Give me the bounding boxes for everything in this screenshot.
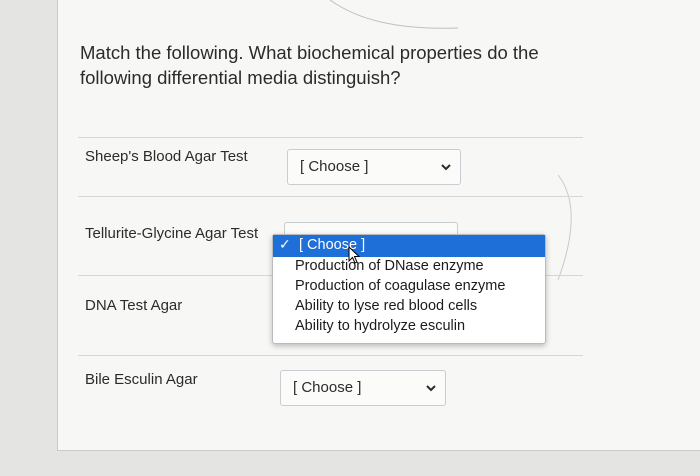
row-divider — [78, 137, 583, 138]
row-divider — [78, 196, 583, 197]
select-value: [ Choose ] — [293, 379, 362, 396]
dropdown-option-choose[interactable]: ✓ [ Choose ] — [273, 235, 545, 257]
row-label-bile-esculin: Bile Esculin Agar — [85, 371, 198, 388]
sheeps-blood-select[interactable]: [ Choose ] — [287, 149, 461, 185]
select-value: [ Choose ] — [300, 158, 369, 175]
row-divider — [78, 355, 583, 356]
dropdown-option[interactable]: Production of DNase enzyme — [273, 257, 545, 277]
question-text: Match the following. What biochemical pr… — [80, 42, 539, 88]
row-label-tellurite-glycine: Tellurite-Glycine Agar Test — [85, 225, 259, 242]
dropdown-option[interactable]: Production of coagulase enzyme — [273, 277, 545, 297]
mouse-pointer-icon — [348, 246, 361, 264]
chevron-down-icon — [441, 164, 451, 171]
quiz-panel: Match the following. What biochemical pr… — [57, 0, 700, 451]
tellurite-glycine-dropdown-menu: ✓ [ Choose ] Production of DNase enzyme … — [272, 234, 546, 344]
row-label-dna-test-agar: DNA Test Agar — [85, 297, 183, 314]
dropdown-option[interactable]: Ability to hydrolyze esculin — [273, 317, 545, 337]
dropdown-option[interactable]: Ability to lyse red blood cells — [273, 297, 545, 317]
bile-esculin-select[interactable]: [ Choose ] — [280, 370, 446, 406]
chevron-down-icon — [426, 385, 436, 392]
row-label-sheeps-blood: Sheep's Blood Agar Test — [85, 148, 248, 165]
check-icon: ✓ — [279, 236, 291, 252]
